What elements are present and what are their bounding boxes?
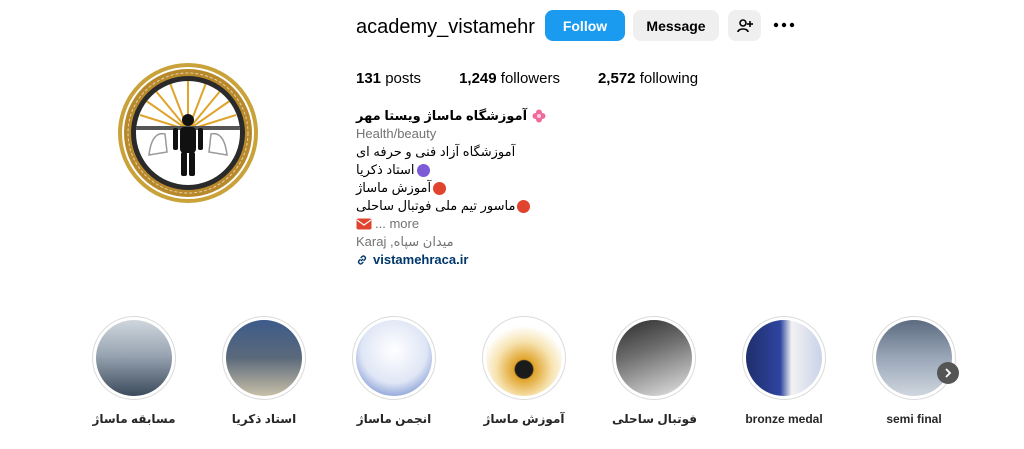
bio-line-1: آموزشگاه آزاد فنی و حرفه ای bbox=[356, 144, 516, 159]
envelope-icon bbox=[356, 218, 372, 230]
highlight-cover bbox=[482, 316, 566, 400]
highlight-thumbnail bbox=[226, 320, 302, 396]
highlight-item[interactable]: مسابقه ماساژ bbox=[92, 316, 176, 426]
highlight-cover bbox=[352, 316, 436, 400]
posts-count: 131 bbox=[356, 70, 382, 87]
highlight-label: bronze medal bbox=[745, 412, 823, 426]
flower-icon bbox=[532, 109, 546, 123]
bio-line-2-row: استاد ذکریا bbox=[356, 161, 676, 179]
bio-website-link[interactable]: vistamehraca.ir bbox=[373, 251, 468, 269]
following-count: 2,572 bbox=[597, 70, 636, 87]
following-label: following bbox=[639, 70, 699, 87]
highlight-label: استاد ذکریا bbox=[231, 412, 297, 426]
bio-location[interactable]: Karaj ,میدان سپاه bbox=[356, 233, 676, 251]
bio-more-link[interactable]: ... more bbox=[375, 215, 419, 233]
profile-bio: آموزشگاه ماساژ ویستا مهر Health/beauty آ… bbox=[356, 107, 676, 269]
profile-avatar[interactable] bbox=[115, 60, 261, 206]
highlight-item[interactable]: فوتبال ساحلی bbox=[612, 316, 698, 426]
bio-name: آموزشگاه ماساژ ویستا مهر bbox=[356, 108, 528, 123]
highlight-item[interactable]: آموزش ماساژ bbox=[482, 316, 566, 426]
highlight-thumbnail bbox=[486, 320, 562, 396]
bio-line-3-row: آموزش ماساژ bbox=[356, 179, 676, 197]
follow-button[interactable]: Follow bbox=[545, 10, 625, 41]
red-circle-icon bbox=[517, 199, 531, 213]
highlight-thumbnail bbox=[356, 320, 432, 396]
highlight-thumbnail bbox=[746, 320, 822, 396]
followers-count: 1,249 bbox=[459, 70, 497, 87]
highlights-next-button[interactable] bbox=[937, 362, 959, 384]
bio-website-row[interactable]: vistamehraca.ir bbox=[356, 251, 676, 269]
story-highlights: مسابقه ماساژ استاد ذکریا انجمن ماساژ آمو… bbox=[92, 316, 972, 436]
chevron-right-icon bbox=[945, 368, 952, 378]
posts-stat: 131 posts bbox=[356, 70, 421, 87]
red-circle-icon bbox=[433, 181, 447, 195]
highlight-label: آموزش ماساژ bbox=[483, 412, 565, 426]
bio-line-2: استاد ذکریا bbox=[356, 162, 415, 177]
bio-line-4-row: ماسور تیم ملی فوتبال ساحلی bbox=[356, 197, 676, 215]
highlight-cover bbox=[222, 316, 306, 400]
followers-label: followers bbox=[500, 70, 560, 87]
more-options-icon bbox=[773, 22, 795, 28]
more-options-button[interactable] bbox=[770, 14, 798, 36]
bio-line-3: آموزش ماساژ bbox=[356, 180, 432, 195]
highlight-item[interactable]: انجمن ماساژ bbox=[352, 316, 436, 426]
posts-label: posts bbox=[385, 70, 422, 87]
highlight-thumbnail bbox=[96, 320, 172, 396]
highlight-cover bbox=[872, 316, 956, 400]
highlight-cover bbox=[742, 316, 826, 400]
bio-more-row: ... more bbox=[356, 215, 676, 233]
bio-name-row: آموزشگاه ماساژ ویستا مهر bbox=[356, 107, 676, 125]
academy-logo-image bbox=[118, 63, 258, 203]
profile-stats: 131 posts 1,249 followers 2,572 followin… bbox=[356, 70, 736, 87]
highlight-thumbnail bbox=[876, 320, 952, 396]
bio-category: Health/beauty bbox=[356, 126, 437, 141]
highlight-label: فوتبال ساحلی bbox=[612, 412, 698, 426]
highlight-cover bbox=[92, 316, 176, 400]
profile-username: academy_vistamehr bbox=[356, 16, 535, 38]
highlight-thumbnail bbox=[616, 320, 692, 396]
highlight-item[interactable]: استاد ذکریا bbox=[222, 316, 306, 426]
suggested-users-button[interactable] bbox=[728, 10, 761, 41]
highlight-item[interactable]: bronze medal bbox=[742, 316, 826, 426]
message-button[interactable]: Message bbox=[633, 10, 719, 41]
highlight-label: مسابقه ماساژ bbox=[92, 412, 176, 426]
following-stat[interactable]: 2,572 following bbox=[598, 70, 698, 87]
purple-circle-icon bbox=[416, 163, 430, 177]
add-user-icon bbox=[736, 18, 753, 32]
highlight-label: semi final bbox=[886, 412, 942, 426]
highlight-cover bbox=[612, 316, 696, 400]
bio-line-4: ماسور تیم ملی فوتبال ساحلی bbox=[356, 198, 516, 213]
followers-stat[interactable]: 1,249 followers bbox=[459, 70, 560, 87]
link-icon bbox=[357, 255, 367, 265]
highlight-label: انجمن ماساژ bbox=[356, 412, 432, 426]
